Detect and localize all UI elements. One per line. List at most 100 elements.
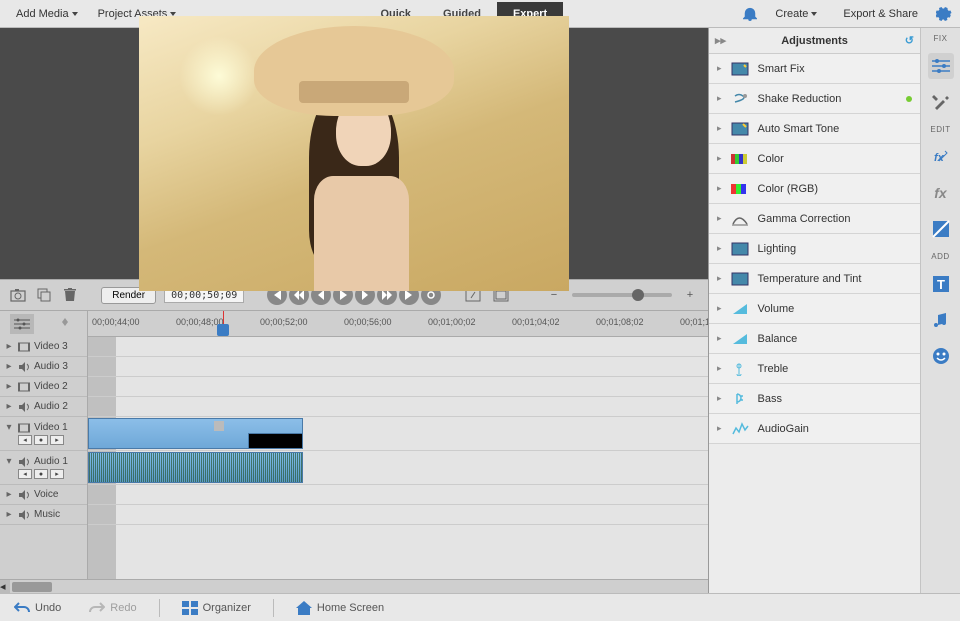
track-expand-icon[interactable]: ▸ [4, 489, 14, 500]
track-expand-icon[interactable]: ▸ [4, 509, 14, 520]
adjustment-item-temp[interactable]: ▸Temperature and Tint [709, 264, 920, 294]
track-label-row[interactable]: ▸Audio 3 [0, 357, 87, 377]
adjustment-item-gain[interactable]: ▸AudioGain [709, 414, 920, 444]
track-prev-button[interactable]: ◂ [18, 469, 32, 479]
organizer-button[interactable]: Organizer [176, 598, 257, 618]
track-label-row[interactable]: ▸Audio 2 [0, 397, 87, 417]
rail-graphics-button[interactable] [928, 343, 954, 369]
adjustment-item-volume[interactable]: ▸Volume [709, 294, 920, 324]
track-next-button[interactable]: ▸ [50, 469, 64, 479]
timeline-marker-button[interactable] [53, 314, 77, 334]
adjustment-item-lighting[interactable]: ▸Lighting [709, 234, 920, 264]
expand-arrow-icon: ▸ [717, 303, 722, 314]
undo-button[interactable]: Undo [8, 598, 67, 618]
adjustment-item-rgb[interactable]: ▸Color (RGB) [709, 174, 920, 204]
notification-bell-icon[interactable] [743, 7, 757, 21]
timeline-ruler[interactable]: 00;00;44;00 00;00;48;00 00;00;52;00 00;0… [88, 311, 708, 337]
adjustment-item-balance[interactable]: ▸Balance [709, 324, 920, 354]
rail-effects-button[interactable]: fx [928, 144, 954, 170]
track-row[interactable] [88, 337, 708, 357]
track-row[interactable] [88, 397, 708, 417]
adjustment-label: Color (RGB) [758, 183, 819, 195]
track-type-icon [18, 402, 30, 412]
adjustments-header: ▸▸ Adjustments ↺ [709, 28, 920, 54]
track-toggle-button[interactable]: ● [34, 435, 48, 445]
playhead[interactable] [217, 324, 229, 336]
track-label-row[interactable]: ▸Video 3 [0, 337, 87, 357]
adjustment-item-smartfix[interactable]: ▸Smart Fix [709, 54, 920, 84]
track-label-row[interactable]: ▸Voice [0, 485, 87, 505]
adjustment-item-tone[interactable]: ▸Auto Smart Tone [709, 114, 920, 144]
track-toggle-button[interactable]: ● [34, 469, 48, 479]
home-screen-button[interactable]: Home Screen [290, 598, 390, 618]
redo-button[interactable]: Redo [83, 598, 142, 618]
track-expand-icon[interactable]: ▸ [4, 401, 14, 412]
adjustment-item-bass[interactable]: ▸Bass [709, 384, 920, 414]
rail-tools-button[interactable] [928, 89, 954, 115]
adjustments-title: Adjustments [781, 35, 848, 47]
clip-marker-icon[interactable] [214, 421, 224, 431]
track-content[interactable] [88, 337, 708, 579]
hscroll-left-button[interactable]: ◂ [0, 580, 10, 593]
adjustment-label: Auto Smart Tone [758, 123, 840, 135]
zoom-slider[interactable] [572, 293, 672, 297]
audio-clip[interactable] [88, 452, 303, 483]
track-expand-icon[interactable]: ▸ [4, 361, 14, 372]
settings-gear-icon[interactable] [936, 6, 952, 22]
adjustment-label: Temperature and Tint [758, 273, 862, 285]
right-panel: ▸▸ Adjustments ↺ ▸Smart Fix▸Shake Reduct… [708, 28, 960, 593]
delete-button[interactable] [60, 285, 80, 305]
reset-adjustments-icon[interactable]: ↺ [905, 34, 914, 47]
adjustment-label: Bass [758, 393, 782, 405]
create-menu[interactable]: Create [767, 4, 825, 24]
preview-frame[interactable] [139, 16, 569, 291]
expand-arrow-icon: ▸ [717, 333, 722, 344]
track-label-row[interactable]: ▸Video 2 [0, 377, 87, 397]
track-label-row[interactable]: ▾Video 1◂●▸ [0, 417, 87, 451]
video-clip-black[interactable] [248, 433, 303, 449]
track-expand-icon[interactable]: ▾ [4, 422, 14, 433]
volume-icon [730, 301, 750, 317]
adjustment-label: Color [758, 153, 784, 165]
track-row[interactable] [88, 417, 708, 451]
hscroll-thumb[interactable] [12, 582, 52, 592]
adjustment-item-color[interactable]: ▸ Color [709, 144, 920, 174]
adjustment-item-gamma[interactable]: ▸Gamma Correction [709, 204, 920, 234]
new-item-button[interactable] [34, 285, 54, 305]
rail-adjust-button[interactable] [928, 53, 954, 79]
track-row[interactable] [88, 377, 708, 397]
zoom-in-button[interactable]: + [680, 285, 700, 305]
redo-label: Redo [110, 602, 136, 614]
track-row[interactable] [88, 451, 708, 485]
track-expand-icon[interactable]: ▸ [4, 381, 14, 392]
track-prev-button[interactable]: ◂ [18, 435, 32, 445]
expand-arrow-icon: ▸ [717, 63, 722, 74]
track-row[interactable] [88, 505, 708, 525]
track-row[interactable] [88, 485, 708, 505]
snapshot-button[interactable] [8, 285, 28, 305]
track-expand-icon[interactable]: ▾ [4, 456, 14, 467]
track-row[interactable] [88, 357, 708, 377]
track-label-row[interactable]: ▾Audio 1◂●▸ [0, 451, 87, 485]
track-type-icon [18, 457, 30, 467]
timeline-settings-button[interactable] [10, 314, 34, 334]
adjustment-label: Lighting [758, 243, 797, 255]
export-share-button[interactable]: Export & Share [835, 4, 926, 24]
rail-music-button[interactable] [928, 307, 954, 333]
track-labels: ▸Video 3▸Audio 3▸Video 2▸Audio 2▾Video 1… [0, 337, 88, 579]
track-next-button[interactable]: ▸ [50, 435, 64, 445]
track-type-icon [18, 342, 30, 352]
adjustment-item-treble[interactable]: ▸Treble [709, 354, 920, 384]
expand-arrow-icon: ▸ [717, 153, 722, 164]
undo-icon [14, 601, 30, 615]
track-expand-icon[interactable]: ▸ [4, 341, 14, 352]
adjustment-item-shake[interactable]: ▸Shake Reduction [709, 84, 920, 114]
track-label-row[interactable]: ▸Music [0, 505, 87, 525]
rail-fx-button[interactable]: fx [928, 180, 954, 206]
add-media-menu[interactable]: Add Media [8, 4, 86, 24]
rail-titles-button[interactable]: T [928, 271, 954, 297]
collapse-panel-icon[interactable]: ▸▸ [715, 34, 726, 47]
track-type-icon [18, 423, 30, 433]
lighting-icon [730, 241, 750, 257]
rail-transitions-button[interactable] [928, 216, 954, 242]
